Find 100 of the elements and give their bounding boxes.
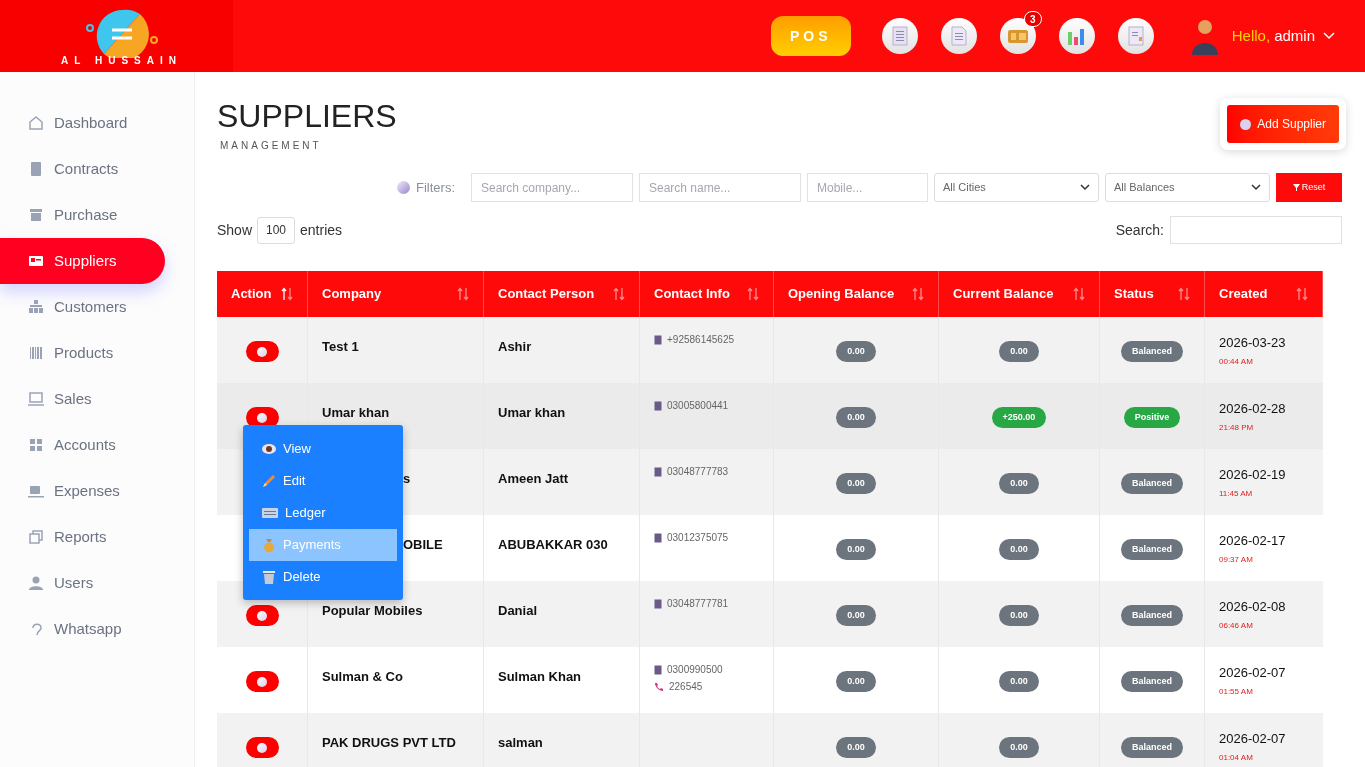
- phone-number: 226545: [669, 680, 703, 694]
- action-toggle[interactable]: [245, 605, 279, 626]
- created-time: 06:46 AM: [1219, 619, 1254, 632]
- laptop-icon: [27, 390, 45, 408]
- balance-badge: Balanced: [1121, 671, 1183, 692]
- eye-icon: [261, 442, 277, 455]
- sidebar-item[interactable]: Whatsapp: [0, 615, 194, 643]
- toolbar-button[interactable]: [1058, 18, 1095, 54]
- created-time: 11:45 AM: [1219, 487, 1254, 500]
- mobile-icon: [654, 532, 662, 543]
- filter-field[interactable]: Mobile...: [807, 173, 928, 202]
- avatar-icon: [1189, 17, 1220, 55]
- filter-select[interactable]: All Balances: [1105, 173, 1270, 202]
- contact-person: Ashir: [498, 339, 532, 354]
- balance-badge: 0.00: [836, 671, 876, 692]
- report-icon: [1126, 26, 1145, 46]
- filters-label: Filters:: [416, 178, 455, 197]
- balance-badge: +250.00: [991, 407, 1047, 428]
- company-name: PAK DRUGS PVT LTD: [322, 735, 456, 750]
- contact-person: Danial: [498, 603, 537, 618]
- created-date: 2026-02-07: [1219, 730, 1287, 748]
- company-name: s: [403, 471, 411, 486]
- grid-icon: [27, 436, 45, 454]
- filter-select[interactable]: All Cities: [934, 173, 1099, 202]
- filter-field[interactable]: Search name...: [639, 173, 801, 202]
- notification-badge: 3: [1023, 11, 1042, 27]
- mobile-icon: [654, 466, 662, 477]
- chevron-down-icon: [1323, 32, 1335, 40]
- action-toggle[interactable]: [245, 737, 279, 758]
- filter-orb-icon: [397, 181, 410, 194]
- contact-person: salman: [498, 735, 543, 750]
- page-subtitle: MANAGEMENT: [220, 139, 323, 153]
- search-label: Search:: [1115, 220, 1164, 240]
- sidebar-item[interactable]: Expenses: [0, 477, 194, 505]
- company-name: OBILE: [403, 537, 443, 552]
- balance-badge: Balanced: [1121, 605, 1183, 626]
- mobile-icon: [654, 664, 662, 675]
- action-toggle[interactable]: [245, 671, 279, 692]
- toolbar-button[interactable]: [881, 18, 918, 54]
- created-time: 00:44 AM: [1219, 355, 1254, 368]
- barcode-icon: [27, 344, 45, 362]
- trash-icon: [261, 568, 277, 585]
- created-date: 2026-02-17: [1219, 532, 1287, 550]
- sidebar-item[interactable]: Users: [0, 569, 194, 597]
- sidebar-item[interactable]: Purchase: [0, 201, 194, 229]
- sitemap-icon: [27, 298, 45, 316]
- balance-badge: 0.00: [999, 737, 1039, 758]
- sidebar-item[interactable]: Suppliers: [0, 238, 165, 284]
- balance-badge: Positive: [1123, 407, 1181, 428]
- contact-person: Ameen Jatt: [498, 471, 569, 486]
- phone-number: +92586145625: [667, 333, 735, 347]
- user-name: admin: [1274, 25, 1315, 46]
- menu-item[interactable]: Delete: [249, 560, 397, 593]
- sidebar-item[interactable]: Dashboard: [0, 109, 194, 137]
- document-icon: [949, 26, 968, 46]
- user-menu[interactable]: Hello, admin: [1231, 24, 1335, 48]
- balance-badge: Balanced: [1121, 473, 1183, 494]
- menu-item[interactable]: View: [249, 432, 397, 465]
- balance-badge: 0.00: [836, 473, 876, 494]
- sidebar-item[interactable]: Reports: [0, 523, 194, 551]
- contact-person: Umar khan: [498, 405, 566, 420]
- menu-item[interactable]: Ledger: [249, 496, 397, 529]
- sidebar-item[interactable]: Customers: [0, 293, 194, 321]
- sidebar-item[interactable]: Products: [0, 339, 194, 367]
- created-date: 2026-02-28: [1219, 400, 1287, 418]
- balance-badge: 0.00: [999, 671, 1039, 692]
- created-date: 2026-02-07: [1219, 664, 1287, 682]
- toolbar-button[interactable]: [1117, 18, 1154, 54]
- sidebar-item[interactable]: Sales: [0, 385, 194, 413]
- show-label: Show: [217, 220, 253, 240]
- entries-label: entries: [300, 220, 343, 240]
- menu-item[interactable]: Edit: [249, 464, 397, 497]
- company-name: Test 1: [322, 339, 359, 354]
- company-name: Umar khan: [322, 405, 390, 420]
- add-supplier-button[interactable]: Add Supplier: [1227, 105, 1339, 143]
- balance-badge: 0.00: [836, 407, 876, 428]
- page-title: SUPPLIERS: [217, 97, 397, 136]
- contact-person: Sulman Khan: [498, 669, 582, 684]
- search-field[interactable]: [1170, 216, 1342, 244]
- entries-select[interactable]: 100: [257, 216, 296, 244]
- home-icon: [27, 114, 45, 132]
- money-bag-icon: [261, 536, 277, 553]
- created-date: 2026-02-19: [1219, 466, 1287, 484]
- contact-person: ABUBAKKAR 030: [498, 537, 608, 552]
- chevron-down-icon: [1080, 184, 1090, 191]
- windows-icon: [27, 528, 45, 546]
- filter-icon: [1292, 184, 1300, 191]
- reset-button[interactable]: Reset: [1276, 173, 1342, 202]
- mobile-icon: [654, 400, 662, 411]
- balance-badge: Balanced: [1121, 539, 1183, 560]
- company-name: Sulman & Co: [322, 669, 403, 684]
- sidebar-item[interactable]: Accounts: [0, 431, 194, 459]
- sidebar-item[interactable]: Contracts: [0, 155, 194, 183]
- user-icon: [27, 574, 45, 592]
- filter-field[interactable]: Search company...: [471, 173, 633, 202]
- phone-number: 03048777783: [667, 465, 729, 479]
- balance-badge: Balanced: [1121, 341, 1183, 362]
- balance-badge: 0.00: [999, 605, 1039, 626]
- toolbar-button[interactable]: [940, 18, 977, 54]
- action-toggle[interactable]: [245, 341, 279, 362]
